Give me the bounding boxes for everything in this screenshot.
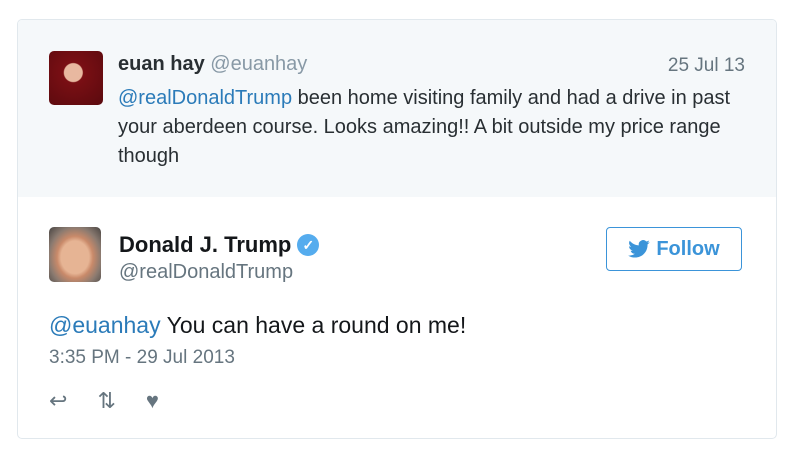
tweet-body: You can have a round on me! <box>160 312 467 338</box>
tweet-date[interactable]: 25 Jul 13 <box>668 55 745 77</box>
author-handle[interactable]: @realDonaldTrump <box>119 261 293 284</box>
follow-label: Follow <box>656 237 720 260</box>
tweet-timestamp[interactable]: 3:35 PM - 29 Jul 2013 <box>49 347 235 369</box>
author: euan hay @euanhay <box>118 53 307 76</box>
in-reply-to-tweet[interactable]: euan hay @euanhay 25 Jul 13 @realDonaldT… <box>18 20 776 197</box>
avatar[interactable] <box>49 51 103 105</box>
follow-button[interactable]: Follow <box>606 227 742 271</box>
tweet-text: @realDonaldTrump been home visiting fami… <box>118 84 738 171</box>
author-name-row: Donald J. Trump ✓ <box>119 232 320 258</box>
avatar[interactable] <box>49 227 101 282</box>
verified-icon: ✓ <box>297 234 320 256</box>
mention-link[interactable]: @realDonaldTrump <box>118 87 292 109</box>
author-name[interactable]: euan hay <box>118 53 205 75</box>
retweet-icon[interactable]: ⇅ <box>97 388 115 414</box>
embedded-tweet-card: euan hay @euanhay 25 Jul 13 @realDonaldT… <box>17 19 777 439</box>
author-handle[interactable]: @euanhay <box>210 53 307 75</box>
tweet-text: @euanhay You can have a round on me! <box>49 312 466 339</box>
heart-icon[interactable]: ♥ <box>146 388 159 414</box>
author-name[interactable]: Donald J. Trump <box>119 232 291 258</box>
mention-link[interactable]: @euanhay <box>49 312 161 338</box>
reply-icon[interactable]: ↩ <box>49 388 67 414</box>
tweet-actions: ↩ ⇅ ♥ <box>49 388 159 414</box>
twitter-bird-icon <box>628 240 651 258</box>
